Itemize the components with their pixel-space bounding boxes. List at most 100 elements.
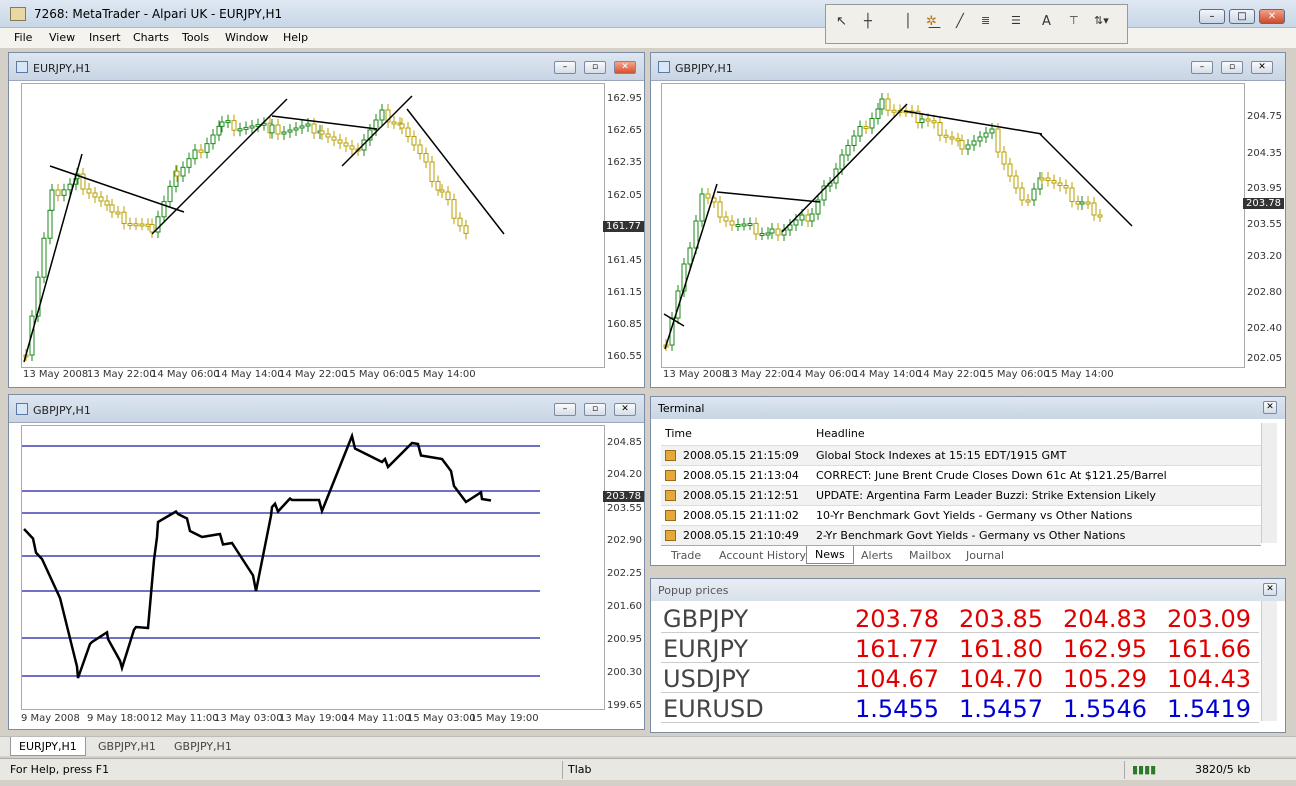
fibonacci-fan-icon[interactable]: ☰	[1011, 14, 1021, 27]
candle-body	[399, 123, 405, 129]
candle-body	[269, 124, 275, 134]
chart-minimize-button[interactable]: –	[1191, 61, 1213, 74]
candle-body	[174, 170, 180, 177]
close-button[interactable]: ✕	[1259, 9, 1285, 24]
y-tick: 202.80	[1247, 287, 1282, 298]
candle-body	[769, 228, 775, 234]
price-row[interactable]: USDJPY 104.67 104.70 105.29 104.43	[661, 663, 1259, 693]
candle-body	[451, 199, 457, 219]
chart-close-button[interactable]: ✕	[1251, 61, 1273, 74]
tab-news[interactable]: News	[806, 546, 854, 564]
news-row[interactable]: 2008.05.15 21:15:09 Global Stock Indexes …	[661, 445, 1261, 465]
price-row[interactable]: GBPJPY 203.78 203.85 204.83 203.09	[661, 603, 1259, 633]
tab-alerts[interactable]: Alerts	[861, 549, 893, 562]
chart-close-button[interactable]: ✕	[614, 61, 636, 74]
candle-body	[747, 223, 753, 226]
price-value: 161.77	[855, 635, 939, 663]
chart-close-button[interactable]: ✕	[614, 403, 636, 416]
chart-minimize-button[interactable]: –	[554, 403, 576, 416]
chart-plot-area[interactable]	[21, 83, 605, 368]
candle-body	[1069, 187, 1075, 202]
menu-insert[interactable]: Insert	[89, 31, 121, 44]
candle-body	[243, 126, 249, 130]
tab-journal[interactable]: Journal	[966, 549, 1004, 562]
candle-body	[231, 120, 237, 131]
candle-body	[1063, 185, 1069, 189]
candle-body	[167, 185, 173, 203]
crosshair-icon[interactable]: ┼	[864, 14, 872, 29]
news-time: 2008.05.15 21:15:09	[683, 449, 799, 462]
chart-plot-area[interactable]	[21, 425, 605, 710]
column-header-headline[interactable]: Headline	[816, 427, 865, 440]
tab-account-history[interactable]: Account History	[719, 549, 806, 562]
menu-view[interactable]: View	[49, 31, 75, 44]
chart-window-gbpjpy-line[interactable]: GBPJPY,H1 – ▫ ✕ 204.85 204.20 203.78 203…	[8, 394, 645, 730]
chart-minimize-button[interactable]: –	[554, 61, 576, 74]
menu-window[interactable]: Window	[225, 31, 268, 44]
y-tick: 161.15	[607, 287, 642, 298]
candle-body	[109, 204, 115, 213]
popup-scrollbar[interactable]	[1261, 601, 1277, 721]
y-tick: 203.20	[1247, 251, 1282, 262]
x-tick: 12 May 11:00	[150, 713, 219, 724]
status-separator	[1124, 761, 1125, 779]
window-tab-eurjpy[interactable]: EURJPY,H1	[10, 737, 86, 756]
terminal-close-button[interactable]: ✕	[1263, 401, 1277, 414]
candle-body	[735, 224, 741, 227]
chart-restore-button[interactable]: ▫	[584, 403, 606, 416]
candle-body	[729, 220, 735, 226]
tab-trade[interactable]: Trade	[671, 549, 701, 562]
horizontal-line-icon[interactable]: —	[928, 20, 941, 35]
trendline	[781, 103, 908, 233]
y-tick: 160.55	[607, 351, 642, 362]
minimize-button[interactable]: –	[1199, 9, 1225, 24]
text-label-icon[interactable]: ⊤	[1069, 14, 1079, 27]
trendline-icon[interactable]: ╱	[956, 14, 964, 29]
news-row[interactable]: 2008.05.15 21:10:49 2-Yr Benchmark Govt Y…	[661, 525, 1261, 545]
candle-body	[139, 223, 145, 227]
window-tab-gbpjpy-1[interactable]: GBPJPY,H1	[98, 740, 156, 753]
news-time: 2008.05.15 21:10:49	[683, 529, 799, 542]
menu-file[interactable]: File	[14, 31, 32, 44]
popup-close-button[interactable]: ✕	[1263, 583, 1277, 596]
candle-body	[1001, 151, 1007, 165]
text-icon[interactable]: A	[1042, 14, 1051, 29]
price-value: 162.95	[1063, 635, 1147, 663]
price-row[interactable]: EURUSD 1.5455 1.5457 1.5546 1.5419	[661, 693, 1259, 723]
candle-body	[281, 131, 287, 135]
candle-body	[717, 201, 723, 218]
terminal-scrollbar[interactable]	[1261, 423, 1277, 543]
tab-mailbox[interactable]: Mailbox	[909, 549, 951, 562]
menu-help[interactable]: Help	[283, 31, 308, 44]
chart-plot-area[interactable]	[661, 83, 1245, 368]
candle-body	[983, 132, 989, 138]
fibonacci-icon[interactable]: ≣	[981, 14, 990, 27]
menu-tools[interactable]: Tools	[182, 31, 209, 44]
y-tick: 201.60	[607, 601, 642, 612]
price-row[interactable]: EURJPY 161.77 161.80 162.95 161.66	[661, 633, 1259, 663]
x-tick: 13 May 19:00	[279, 713, 348, 724]
news-row[interactable]: 2008.05.15 21:12:51 UPDATE: Argentina Far…	[661, 485, 1261, 505]
chart-window-eurjpy[interactable]: EURJPY,H1 – ▫ ✕ 162.95 162.65 162.35 162…	[8, 52, 645, 388]
candle-body	[1091, 202, 1097, 216]
arrows-icon[interactable]: ⇅▾	[1094, 14, 1109, 27]
news-time: 2008.05.15 21:13:04	[683, 469, 799, 482]
window-tab-gbpjpy-2[interactable]: GBPJPY,H1	[174, 740, 232, 753]
x-tick: 14 May 22:00	[917, 369, 986, 380]
x-tick: 14 May 06:00	[789, 369, 858, 380]
maximize-button[interactable]: □	[1229, 9, 1255, 24]
x-tick: 14 May 22:00	[279, 369, 348, 380]
chart-window-gbpjpy[interactable]: GBPJPY,H1 – ▫ ✕ 204.75 204.35 203.95 203…	[650, 52, 1286, 388]
y-tick: 203.55	[607, 503, 642, 514]
chart-restore-button[interactable]: ▫	[584, 61, 606, 74]
news-row[interactable]: 2008.05.15 21:11:02 10-Yr Benchmark Govt …	[661, 505, 1261, 525]
menu-charts[interactable]: Charts	[133, 31, 169, 44]
chart-restore-button[interactable]: ▫	[1221, 61, 1243, 74]
y-tick: 161.45	[607, 255, 642, 266]
column-header-time[interactable]: Time	[665, 427, 692, 440]
cursor-icon[interactable]: ↖	[836, 14, 847, 29]
vertical-line-icon[interactable]: │	[904, 14, 912, 29]
candle-body	[741, 223, 747, 227]
candle-body	[216, 125, 222, 136]
news-row[interactable]: 2008.05.15 21:13:04 CORRECT: June Brent C…	[661, 465, 1261, 485]
